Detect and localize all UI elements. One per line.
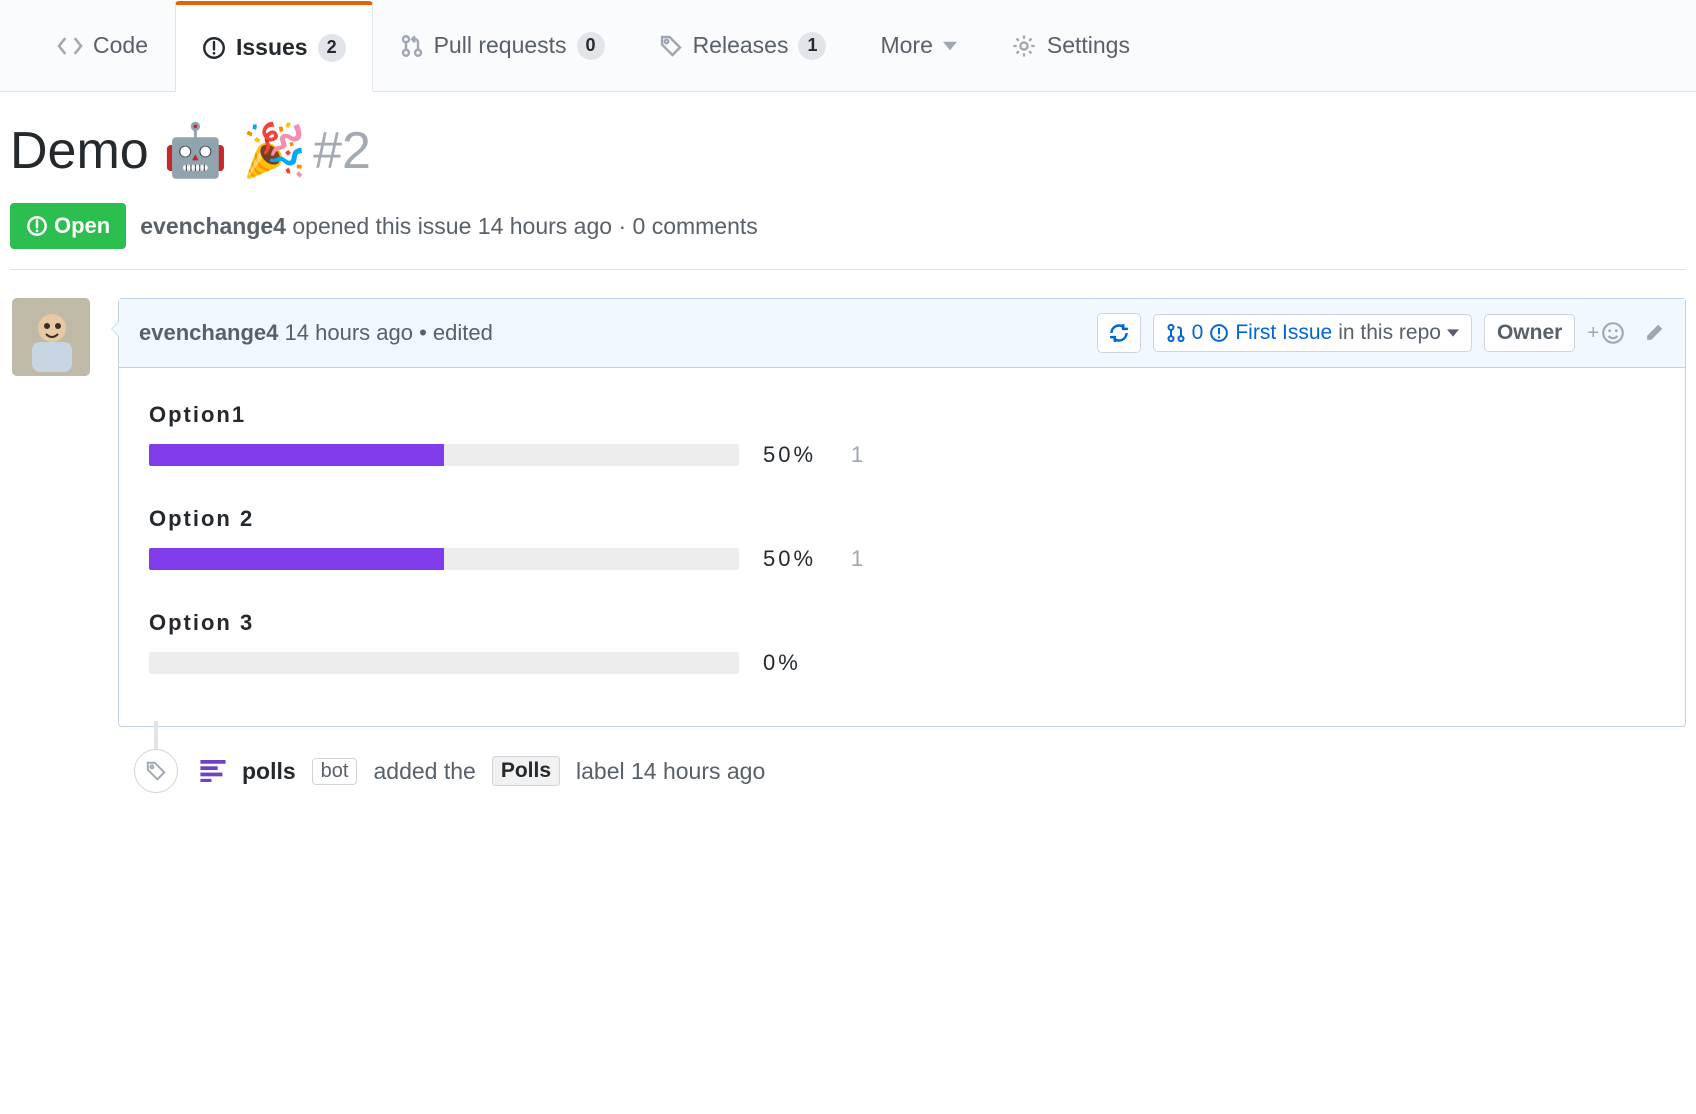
- plus-icon: +: [1587, 322, 1599, 345]
- label-chip[interactable]: Polls: [492, 756, 560, 786]
- chevron-down-icon: [943, 41, 957, 51]
- in-repo-text: in this repo: [1338, 321, 1441, 345]
- gear-icon: [1011, 33, 1037, 59]
- chevron-down-icon: [1447, 329, 1459, 337]
- event-actor[interactable]: polls: [242, 758, 296, 785]
- edit-button[interactable]: [1643, 322, 1665, 344]
- event-suffix: label 14 hours ago: [576, 758, 765, 785]
- comment-edited: edited: [433, 320, 493, 345]
- comment-time: 14 hours ago: [285, 320, 413, 345]
- avatar[interactable]: [12, 298, 90, 376]
- tab-code[interactable]: Code: [30, 0, 175, 91]
- issue-comment: evenchange4 14 hours ago • edited 0 Firs…: [118, 298, 1686, 727]
- tag-icon: [145, 760, 167, 782]
- poll-bar: [149, 444, 739, 466]
- comment-header: evenchange4 14 hours ago • edited 0 Firs…: [119, 299, 1685, 368]
- tab-label: Issues: [236, 34, 308, 61]
- issue-comments-text: 0 comments: [633, 213, 758, 239]
- label-event: polls bot added the Polls label 14 hours…: [140, 749, 1686, 793]
- tab-label: Settings: [1047, 32, 1130, 59]
- pencil-icon: [1643, 322, 1665, 344]
- releases-count-badge: 1: [798, 32, 826, 60]
- poll-option: Option 3 0%: [149, 610, 1655, 676]
- tab-label: Code: [93, 32, 148, 59]
- poll-percent: 0%: [763, 650, 827, 676]
- poll-option-label: Option1: [149, 402, 1655, 428]
- refresh-button[interactable]: [1097, 313, 1141, 353]
- issue-author[interactable]: evenchange4: [140, 213, 286, 239]
- state-label: Open: [54, 213, 110, 239]
- tab-releases[interactable]: Releases 1: [632, 0, 854, 91]
- emoji-icon: [1601, 321, 1625, 345]
- poll-count: 1: [851, 442, 863, 468]
- state-open-badge: Open: [10, 203, 126, 249]
- tab-label: More: [880, 32, 932, 59]
- issue-icon: [202, 36, 226, 60]
- code-icon: [57, 35, 83, 57]
- tab-issues[interactable]: Issues 2: [175, 1, 373, 92]
- poll-count: 1: [851, 546, 863, 572]
- poll-icon: [200, 760, 226, 782]
- tab-settings[interactable]: Settings: [984, 0, 1157, 91]
- timeline: polls bot added the Polls label 14 hours…: [140, 727, 1686, 793]
- issues-count-badge: 2: [318, 34, 346, 62]
- add-reaction-button[interactable]: +: [1587, 321, 1625, 345]
- repo-tabs: Code Issues 2 Pull requests 0 Releases 1…: [0, 0, 1696, 92]
- poll-option-label: Option 3: [149, 610, 1655, 636]
- pr-count-badge: 0: [577, 32, 605, 60]
- refresh-icon: [1108, 322, 1130, 344]
- poll-percent: 50%: [763, 442, 827, 468]
- comment-body: Option1 50% 1 Option 2 50% 1: [119, 368, 1685, 726]
- poll-bar: [149, 652, 739, 674]
- poll-bar: [149, 548, 739, 570]
- tab-label: Pull requests: [434, 32, 567, 59]
- tab-pull-requests[interactable]: Pull requests 0: [373, 0, 632, 91]
- owner-label: Owner: [1497, 321, 1562, 345]
- issue-opened-text: opened this issue 14 hours ago: [292, 213, 612, 239]
- comment-author[interactable]: evenchange4: [139, 320, 278, 345]
- event-text: added the: [373, 758, 475, 785]
- poll-percent: 50%: [763, 546, 827, 572]
- issue-meta: Open evenchange4 opened this issue 14 ho…: [10, 203, 1686, 270]
- tab-label: Releases: [693, 32, 789, 59]
- bot-badge: bot: [312, 758, 358, 785]
- issue-open-icon: [26, 215, 48, 237]
- issue-title: Demo 🤖 🎉 #2: [10, 120, 1686, 181]
- tag-icon: [659, 34, 683, 58]
- first-issue-chip[interactable]: 0 First Issue in this repo: [1153, 314, 1472, 352]
- poll-option-label: Option 2: [149, 506, 1655, 532]
- pull-request-icon: [400, 34, 424, 58]
- poll-option: Option 2 50% 1: [149, 506, 1655, 572]
- tab-more[interactable]: More: [853, 0, 983, 91]
- pull-request-icon: [1166, 323, 1186, 343]
- pr-count: 0: [1192, 321, 1204, 345]
- event-badge: [134, 749, 178, 793]
- poll-option: Option1 50% 1: [149, 402, 1655, 468]
- owner-badge: Owner: [1484, 314, 1575, 352]
- first-issue-label: First Issue: [1235, 321, 1332, 345]
- issue-title-text: Demo 🤖 🎉: [10, 120, 307, 181]
- issue-icon: [1209, 323, 1229, 343]
- issue-number: #2: [313, 121, 371, 181]
